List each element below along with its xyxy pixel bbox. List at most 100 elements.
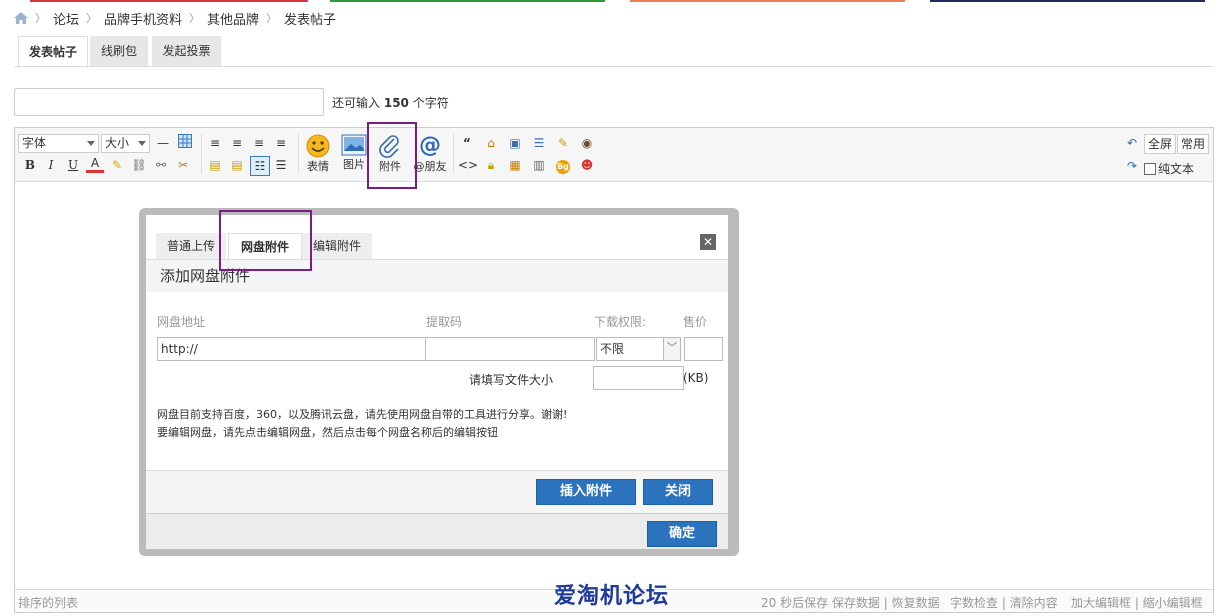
align-justify-icon[interactable]: ≡ (272, 134, 290, 152)
code-icon[interactable]: <> (458, 156, 478, 174)
address-input[interactable]: http:// (157, 337, 426, 361)
italic-icon[interactable]: I (42, 156, 60, 174)
home-icon[interactable] (14, 12, 28, 24)
font-select-label: 字体 (22, 136, 47, 150)
label-address: 网盘地址 (157, 315, 206, 329)
align-left-icon[interactable]: ≡ (206, 134, 224, 152)
toolbar-separator (453, 134, 454, 174)
free-icon[interactable]: ⌂ (482, 134, 500, 152)
page-icon[interactable]: ▣ (506, 134, 524, 152)
font-color-icon[interactable]: A (86, 156, 104, 173)
tab-new-post[interactable]: 发表帖子 (18, 36, 88, 68)
qq-icon[interactable]: ☻ (578, 156, 596, 174)
index-icon[interactable]: ☰ (530, 134, 548, 152)
breadcrumb-separator: 〉 (35, 12, 46, 25)
label-permission: 下载权限: (594, 315, 647, 329)
permission-value: 不限 (600, 342, 625, 356)
status-left: 排序的列表 (18, 596, 79, 610)
mention-button[interactable]: @ @朋友 (412, 134, 448, 174)
columns-icon[interactable]: ▥ (530, 156, 548, 174)
remaining-suffix: 个字符 (412, 96, 449, 110)
font-select[interactable]: 字体 (18, 134, 99, 153)
top-strip-orange (630, 0, 905, 2)
dialog-footer: 插入附件 关闭 (146, 470, 728, 514)
smiley-icon (306, 134, 330, 158)
word-check[interactable]: 字数检查 | 清除内容 (950, 594, 1058, 611)
breadcrumb-item-other[interactable]: 其他品牌 (207, 9, 259, 28)
float-right-icon[interactable]: ▤ (228, 156, 246, 174)
insert-attachment-button[interactable]: 插入附件 (536, 479, 636, 505)
underline-icon[interactable]: U (64, 156, 82, 174)
emoji-button[interactable]: 表情 (303, 134, 333, 174)
highlight-icon[interactable]: ✎ (108, 156, 126, 174)
image-icon (341, 134, 367, 156)
remaining-count: 150 (383, 96, 409, 110)
link-icon[interactable]: ⛓ (130, 156, 148, 174)
toolbar-separator (298, 134, 299, 174)
dialog-confirm-bar: 确定 (146, 513, 728, 549)
breadcrumb-item-current: 发表帖子 (284, 12, 337, 28)
align-center-icon[interactable]: ≡ (228, 134, 246, 152)
tab-flash-package[interactable]: 线刷包 (90, 36, 148, 66)
char-remaining: 还可输入 150 个字符 (332, 94, 449, 111)
quote-icon[interactable]: “ (458, 134, 476, 152)
price-input[interactable] (684, 337, 723, 361)
undo-icon[interactable]: ↶ (1123, 134, 1141, 152)
size-select-label: 大小 (105, 136, 130, 150)
breadcrumb-item-forum[interactable]: 论坛 (53, 9, 79, 28)
plain-text-checkbox[interactable] (1144, 163, 1156, 175)
remaining-prefix: 还可输入 (332, 96, 381, 110)
close-button[interactable]: 关闭 (643, 479, 713, 505)
lock-icon[interactable]: 🔒︎ (482, 156, 500, 174)
size-input[interactable] (593, 366, 684, 390)
table-icon[interactable] (176, 134, 194, 152)
float-left-icon[interactable]: ▤ (206, 156, 224, 174)
emoji-label: 表情 (307, 160, 329, 173)
password-icon[interactable]: ✎ (554, 134, 572, 152)
horizontal-rule-icon[interactable]: — (154, 134, 172, 152)
size-label: 请填写文件大小 (469, 373, 554, 387)
common-button[interactable]: 常用 (1177, 134, 1210, 154)
close-icon[interactable]: ✕ (700, 234, 716, 250)
title-input[interactable] (14, 88, 324, 116)
tab-edit-attachment[interactable]: 编辑附件 (302, 233, 372, 259)
tab-divider (14, 66, 1213, 67)
bold-icon[interactable]: B (21, 156, 39, 174)
fullscreen-button[interactable]: 全屏 (1144, 134, 1177, 154)
redo-icon[interactable]: ↷ (1123, 157, 1141, 175)
code-input[interactable] (425, 337, 595, 361)
breadcrumb: 〉 论坛 〉 品牌手机资料 〉 其他品牌 〉 发表帖子 (14, 9, 337, 28)
download-icon[interactable]: ▦ (506, 156, 524, 174)
at-icon: @ (419, 133, 441, 158)
top-strip-green (330, 0, 605, 2)
note-line-2: 要编辑网盘，请先点击编辑网盘，然后点击每个网盘名称后的编辑按钮 (157, 426, 498, 439)
tab-normal-upload[interactable]: 普通上传 (156, 233, 226, 259)
confirm-button[interactable]: 确定 (647, 521, 717, 547)
unordered-list-icon[interactable]: ☰ (272, 156, 290, 174)
autosave-status[interactable]: 20 秒后保存 保存数据 | 恢复数据 (761, 594, 940, 611)
breadcrumb-item-brand[interactable]: 品牌手机资料 (104, 9, 182, 28)
size-unit: (KB) (683, 371, 709, 385)
breadcrumb-separator: 〉 (266, 12, 278, 25)
attachment-highlight (367, 122, 417, 189)
label-price: 售价 (683, 315, 708, 329)
netdisk-tab-highlight (219, 210, 312, 271)
top-strip-red (30, 0, 308, 2)
top-strip-navy (930, 0, 1205, 2)
image-button[interactable]: 图片 (339, 134, 369, 172)
plain-text-label: 纯文本 (1158, 162, 1195, 176)
clear-format-icon[interactable]: ✂ (174, 156, 192, 174)
ordered-list-icon[interactable]: ☷ (250, 156, 270, 176)
background-icon[interactable]: Bg (554, 156, 572, 174)
unlink-icon[interactable]: ⚯ (152, 156, 170, 174)
tab-poll[interactable]: 发起投票 (152, 36, 221, 66)
size-select[interactable]: 大小 (101, 134, 150, 153)
watermark: 爱淘机论坛 (554, 584, 670, 609)
media-icon[interactable]: ◉ (578, 134, 596, 152)
breadcrumb-separator: 〉 (189, 12, 201, 25)
toolbar-separator (201, 134, 202, 174)
align-right-icon[interactable]: ≡ (250, 134, 268, 152)
chevron-down-icon (87, 141, 95, 146)
resize-links[interactable]: 加大编辑框 | 缩小编辑框 (1071, 594, 1203, 611)
permission-select[interactable]: 不限 ﹀ (596, 337, 681, 361)
